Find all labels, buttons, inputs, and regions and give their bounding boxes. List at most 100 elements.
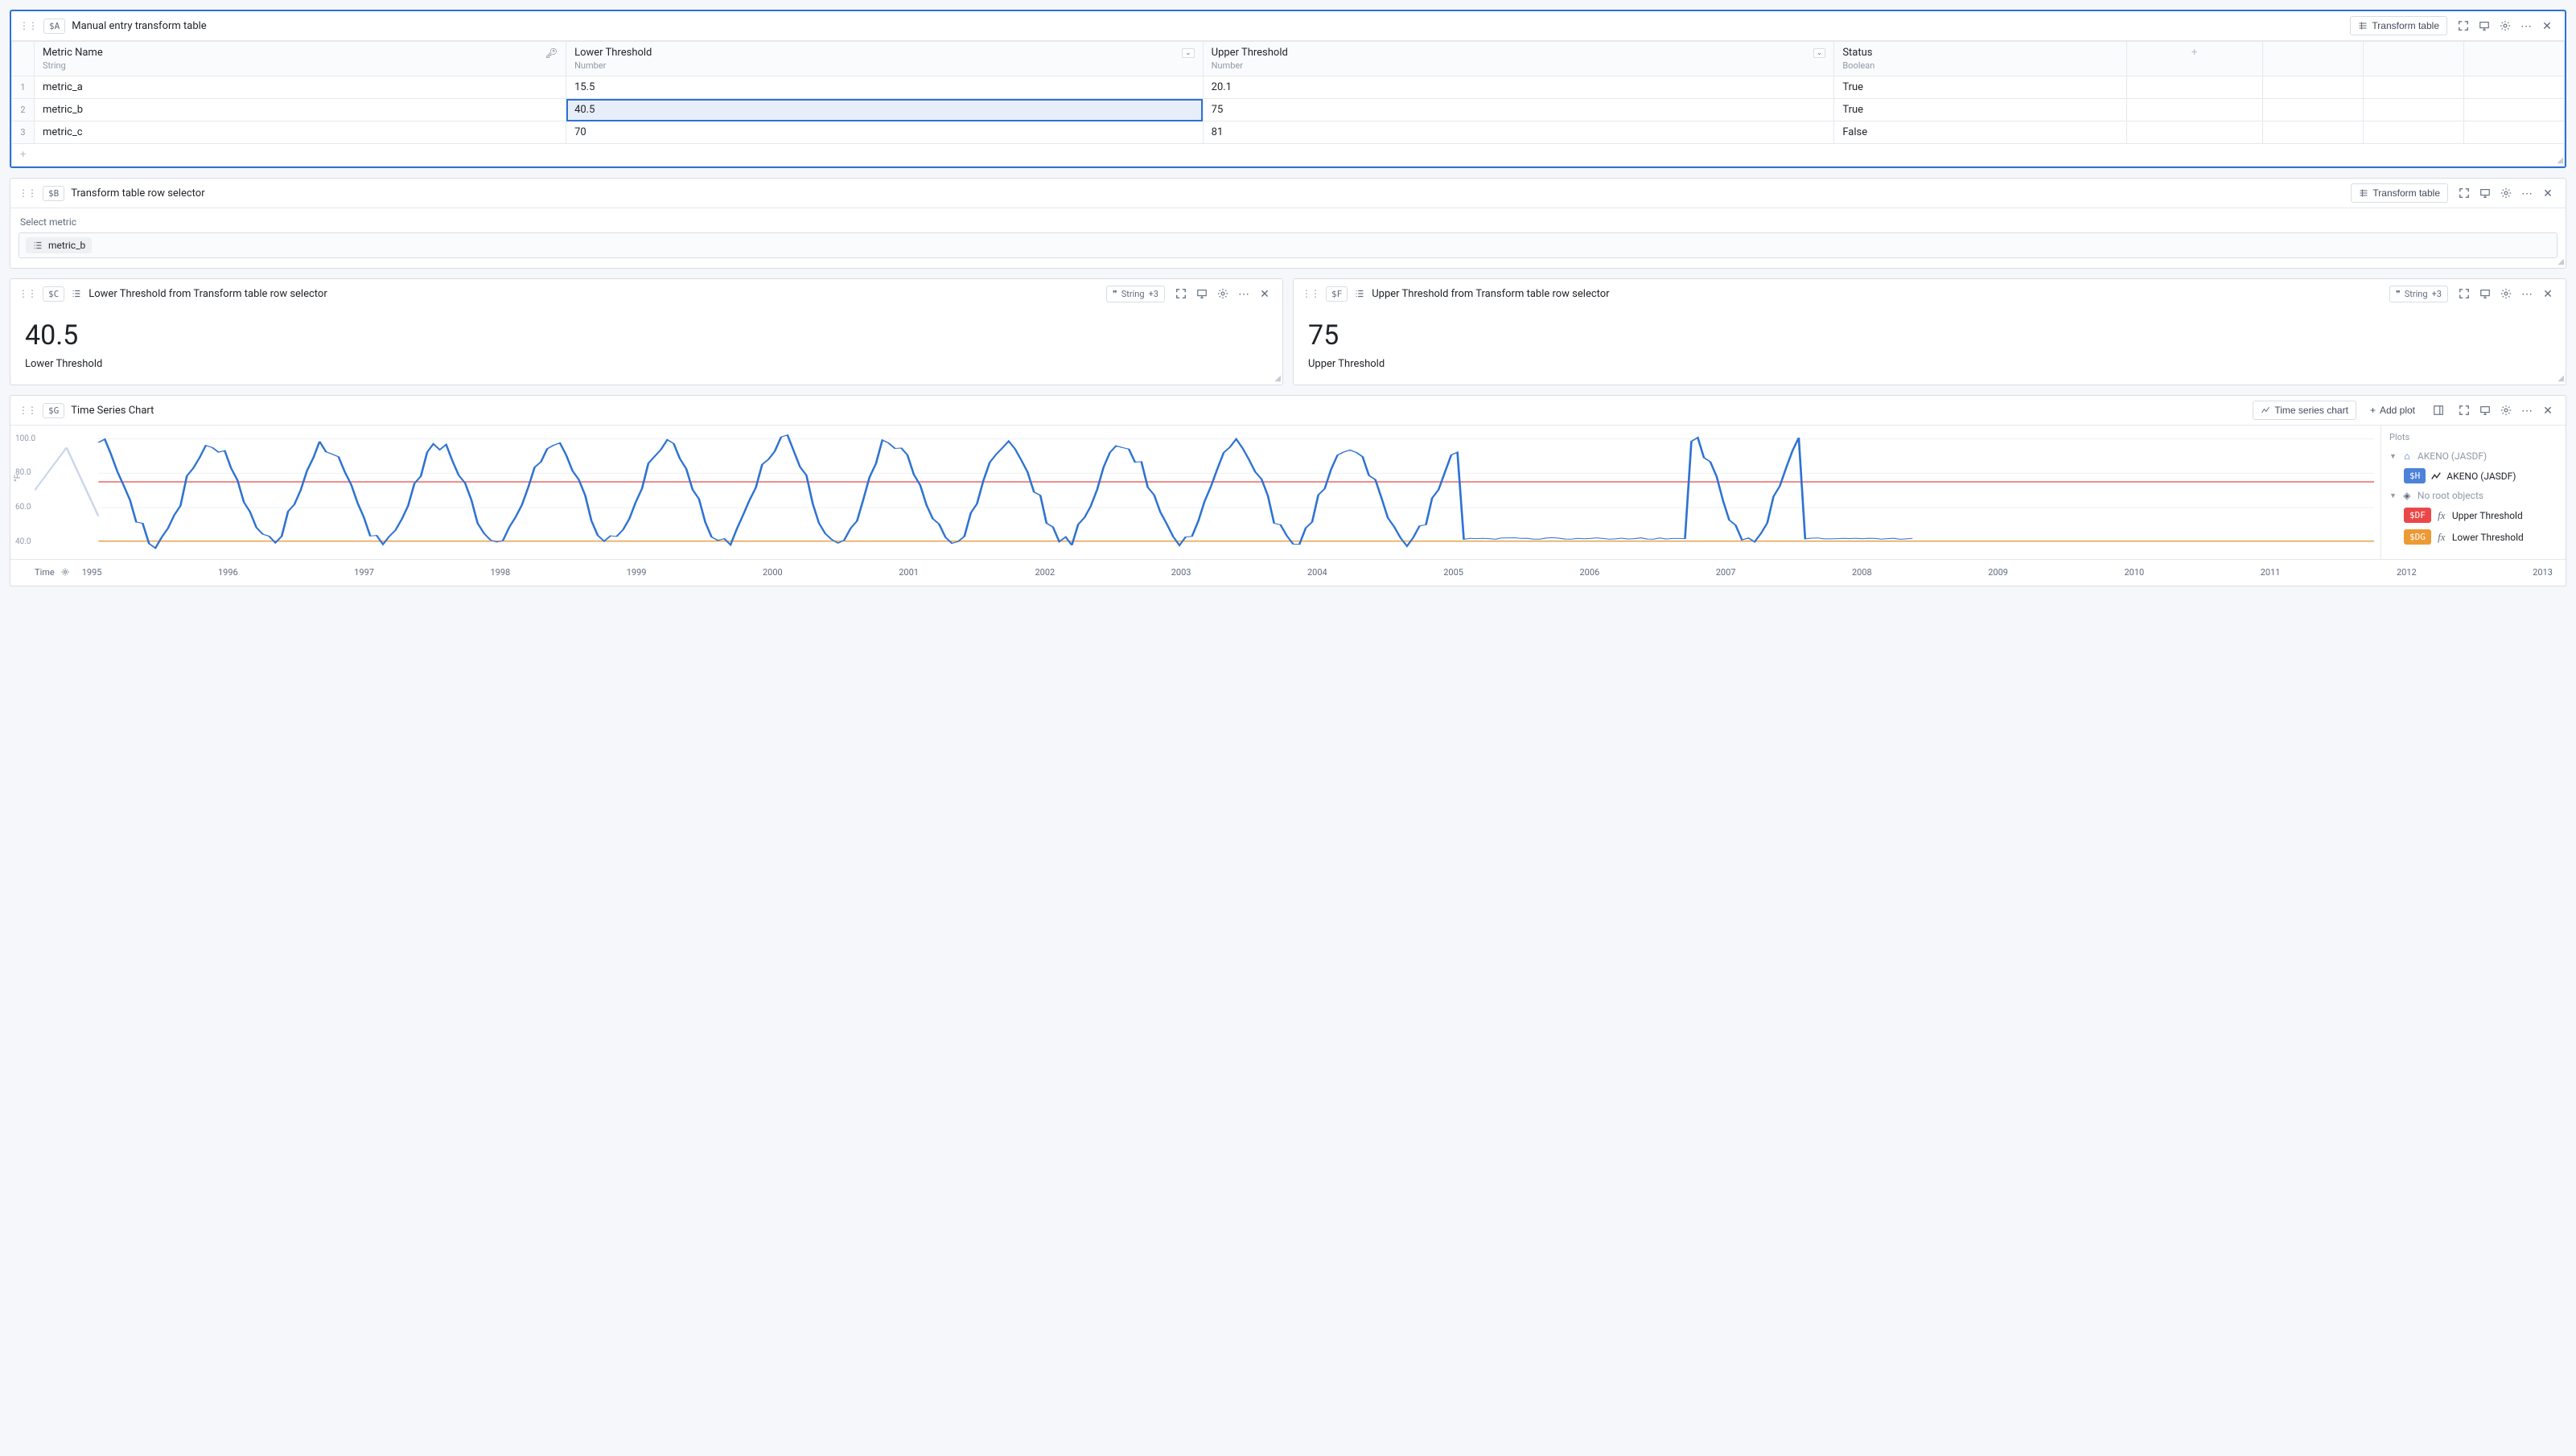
x-tick: 2000: [763, 567, 783, 578]
table-cell[interactable]: metric_b: [35, 99, 566, 121]
table-cell[interactable]: metric_c: [35, 121, 566, 144]
gear-icon[interactable]: [2496, 284, 2516, 303]
x-tick: 1998: [490, 567, 510, 578]
plot-group[interactable]: ▼ ⌂ AKENO (JASDF): [2389, 447, 2557, 465]
table-cell[interactable]: [2126, 121, 2262, 144]
present-icon[interactable]: [2475, 401, 2495, 420]
drag-handle-icon[interactable]: ⋮⋮: [19, 187, 36, 199]
table-cell[interactable]: [2262, 121, 2363, 144]
table-cell[interactable]: [2262, 76, 2363, 99]
more-icon[interactable]: ⋯: [2516, 16, 2536, 35]
time-series-svg: [35, 430, 2374, 559]
close-icon[interactable]: ✕: [2537, 16, 2557, 35]
data-table: Metric Name🔑︎ String Lower Threshold⌄ Nu…: [11, 41, 2565, 167]
resize-handle-icon[interactable]: ◢: [2557, 374, 2564, 383]
value-label: Lower Threshold: [10, 355, 1282, 385]
transform-table-button[interactable]: Transform table: [2350, 16, 2447, 35]
gear-icon[interactable]: [2496, 401, 2516, 420]
column-header[interactable]: Status Boolean: [1834, 42, 2126, 76]
metric-select[interactable]: metric_b: [19, 232, 2557, 258]
value-label: Upper Threshold: [1294, 355, 2566, 385]
more-icon[interactable]: ⋯: [2517, 183, 2537, 203]
table-cell[interactable]: True: [1834, 76, 2126, 99]
resize-handle-icon[interactable]: ◢: [2557, 257, 2564, 266]
type-badge[interactable]: ❞ String +3: [2389, 286, 2448, 302]
column-header[interactable]: Metric Name🔑︎ String: [35, 42, 566, 76]
plot-group[interactable]: ▼ ◈ No root objects: [2389, 487, 2557, 504]
table-cell[interactable]: 81: [1203, 121, 1834, 144]
table-cell[interactable]: [2463, 121, 2564, 144]
plot-item[interactable]: $H AKENO (JASDF): [2389, 465, 2557, 487]
table-cell[interactable]: 70: [566, 121, 1204, 144]
drag-handle-icon[interactable]: ⋮⋮: [19, 405, 36, 416]
close-icon[interactable]: ✕: [2538, 401, 2557, 420]
table-cell[interactable]: [2363, 121, 2463, 144]
add-row-button[interactable]: +: [12, 144, 2565, 167]
expand-icon[interactable]: [2455, 401, 2474, 420]
x-tick: 2009: [1988, 567, 2008, 578]
chart-plot-area[interactable]: 40.060.080.0100.0 °F: [10, 426, 2381, 559]
row-number[interactable]: 2: [12, 99, 35, 121]
table-cell[interactable]: [2363, 99, 2463, 121]
more-icon[interactable]: ⋯: [2517, 284, 2537, 303]
fx-icon: fx: [2436, 509, 2447, 522]
present-icon[interactable]: [2475, 16, 2494, 35]
expand-icon[interactable]: [2455, 183, 2474, 203]
table-cell[interactable]: [2363, 76, 2463, 99]
row-number[interactable]: 3: [12, 121, 35, 144]
resize-handle-icon[interactable]: ◢: [1274, 374, 1281, 383]
card-title: Manual entry transform table: [72, 20, 206, 32]
column-header[interactable]: Lower Threshold⌄ Number: [566, 42, 1204, 76]
table-cell[interactable]: True: [1834, 99, 2126, 121]
close-icon[interactable]: ✕: [2538, 183, 2557, 203]
chevron-down-icon[interactable]: ⌄: [1182, 48, 1195, 58]
table-cell[interactable]: 75: [1203, 99, 1834, 121]
drag-handle-icon[interactable]: ⋮⋮: [1302, 288, 1319, 299]
table-cell[interactable]: [2463, 76, 2564, 99]
drag-handle-icon[interactable]: ⋮⋮: [19, 288, 36, 299]
more-icon[interactable]: ⋯: [2517, 401, 2537, 420]
gear-icon[interactable]: [2496, 183, 2516, 203]
x-tick: 2011: [2261, 567, 2281, 578]
chevron-down-icon[interactable]: ⌄: [1813, 48, 1826, 58]
value-display: 75: [1294, 308, 2566, 355]
caret-down-icon: ▼: [2389, 452, 2397, 461]
add-plot-button[interactable]: + Add plot: [2363, 401, 2422, 419]
transform-table-button[interactable]: Transform table: [2351, 183, 2448, 203]
table-cell[interactable]: [2126, 76, 2262, 99]
table-cell[interactable]: 20.1: [1203, 76, 1834, 99]
close-icon[interactable]: ✕: [2538, 284, 2557, 303]
present-icon[interactable]: [2475, 183, 2495, 203]
plot-item[interactable]: $DG fx Lower Threshold: [2389, 526, 2557, 548]
list-icon: [71, 288, 82, 299]
panel-toggle-icon[interactable]: [2429, 401, 2448, 420]
drag-handle-icon[interactable]: ⋮⋮: [19, 20, 37, 31]
table-cell[interactable]: metric_a: [35, 76, 566, 99]
table-cell[interactable]: False: [1834, 121, 2126, 144]
more-icon[interactable]: ⋯: [1234, 284, 1253, 303]
gear-icon[interactable]: [58, 565, 72, 579]
chart-type-button[interactable]: Time series chart: [2253, 401, 2356, 420]
table-cell[interactable]: [2463, 99, 2564, 121]
plot-item[interactable]: $DF fx Upper Threshold: [2389, 504, 2557, 526]
present-icon[interactable]: [1192, 284, 1212, 303]
close-icon[interactable]: ✕: [1255, 284, 1274, 303]
gear-icon[interactable]: [1213, 284, 1232, 303]
expand-icon[interactable]: [2455, 284, 2474, 303]
column-header[interactable]: Upper Threshold⌄ Number: [1203, 42, 1834, 76]
selected-chip[interactable]: metric_b: [26, 237, 92, 253]
table-cell[interactable]: [2126, 99, 2262, 121]
x-tick: 2013: [2533, 567, 2553, 578]
row-number[interactable]: 1: [12, 76, 35, 99]
table-cell[interactable]: [2262, 99, 2363, 121]
expand-icon[interactable]: [1171, 284, 1191, 303]
gear-icon[interactable]: [2496, 16, 2515, 35]
table-cell[interactable]: 15.5: [566, 76, 1204, 99]
resize-handle-icon[interactable]: ◢: [2557, 156, 2563, 165]
present-icon[interactable]: [2475, 284, 2495, 303]
expand-icon[interactable]: [2454, 16, 2473, 35]
table-cell[interactable]: 40.5: [566, 99, 1204, 121]
type-badge[interactable]: ❞ String +3: [1106, 286, 1165, 302]
x-tick: 2004: [1307, 567, 1327, 578]
add-column-button[interactable]: +: [2126, 42, 2262, 76]
